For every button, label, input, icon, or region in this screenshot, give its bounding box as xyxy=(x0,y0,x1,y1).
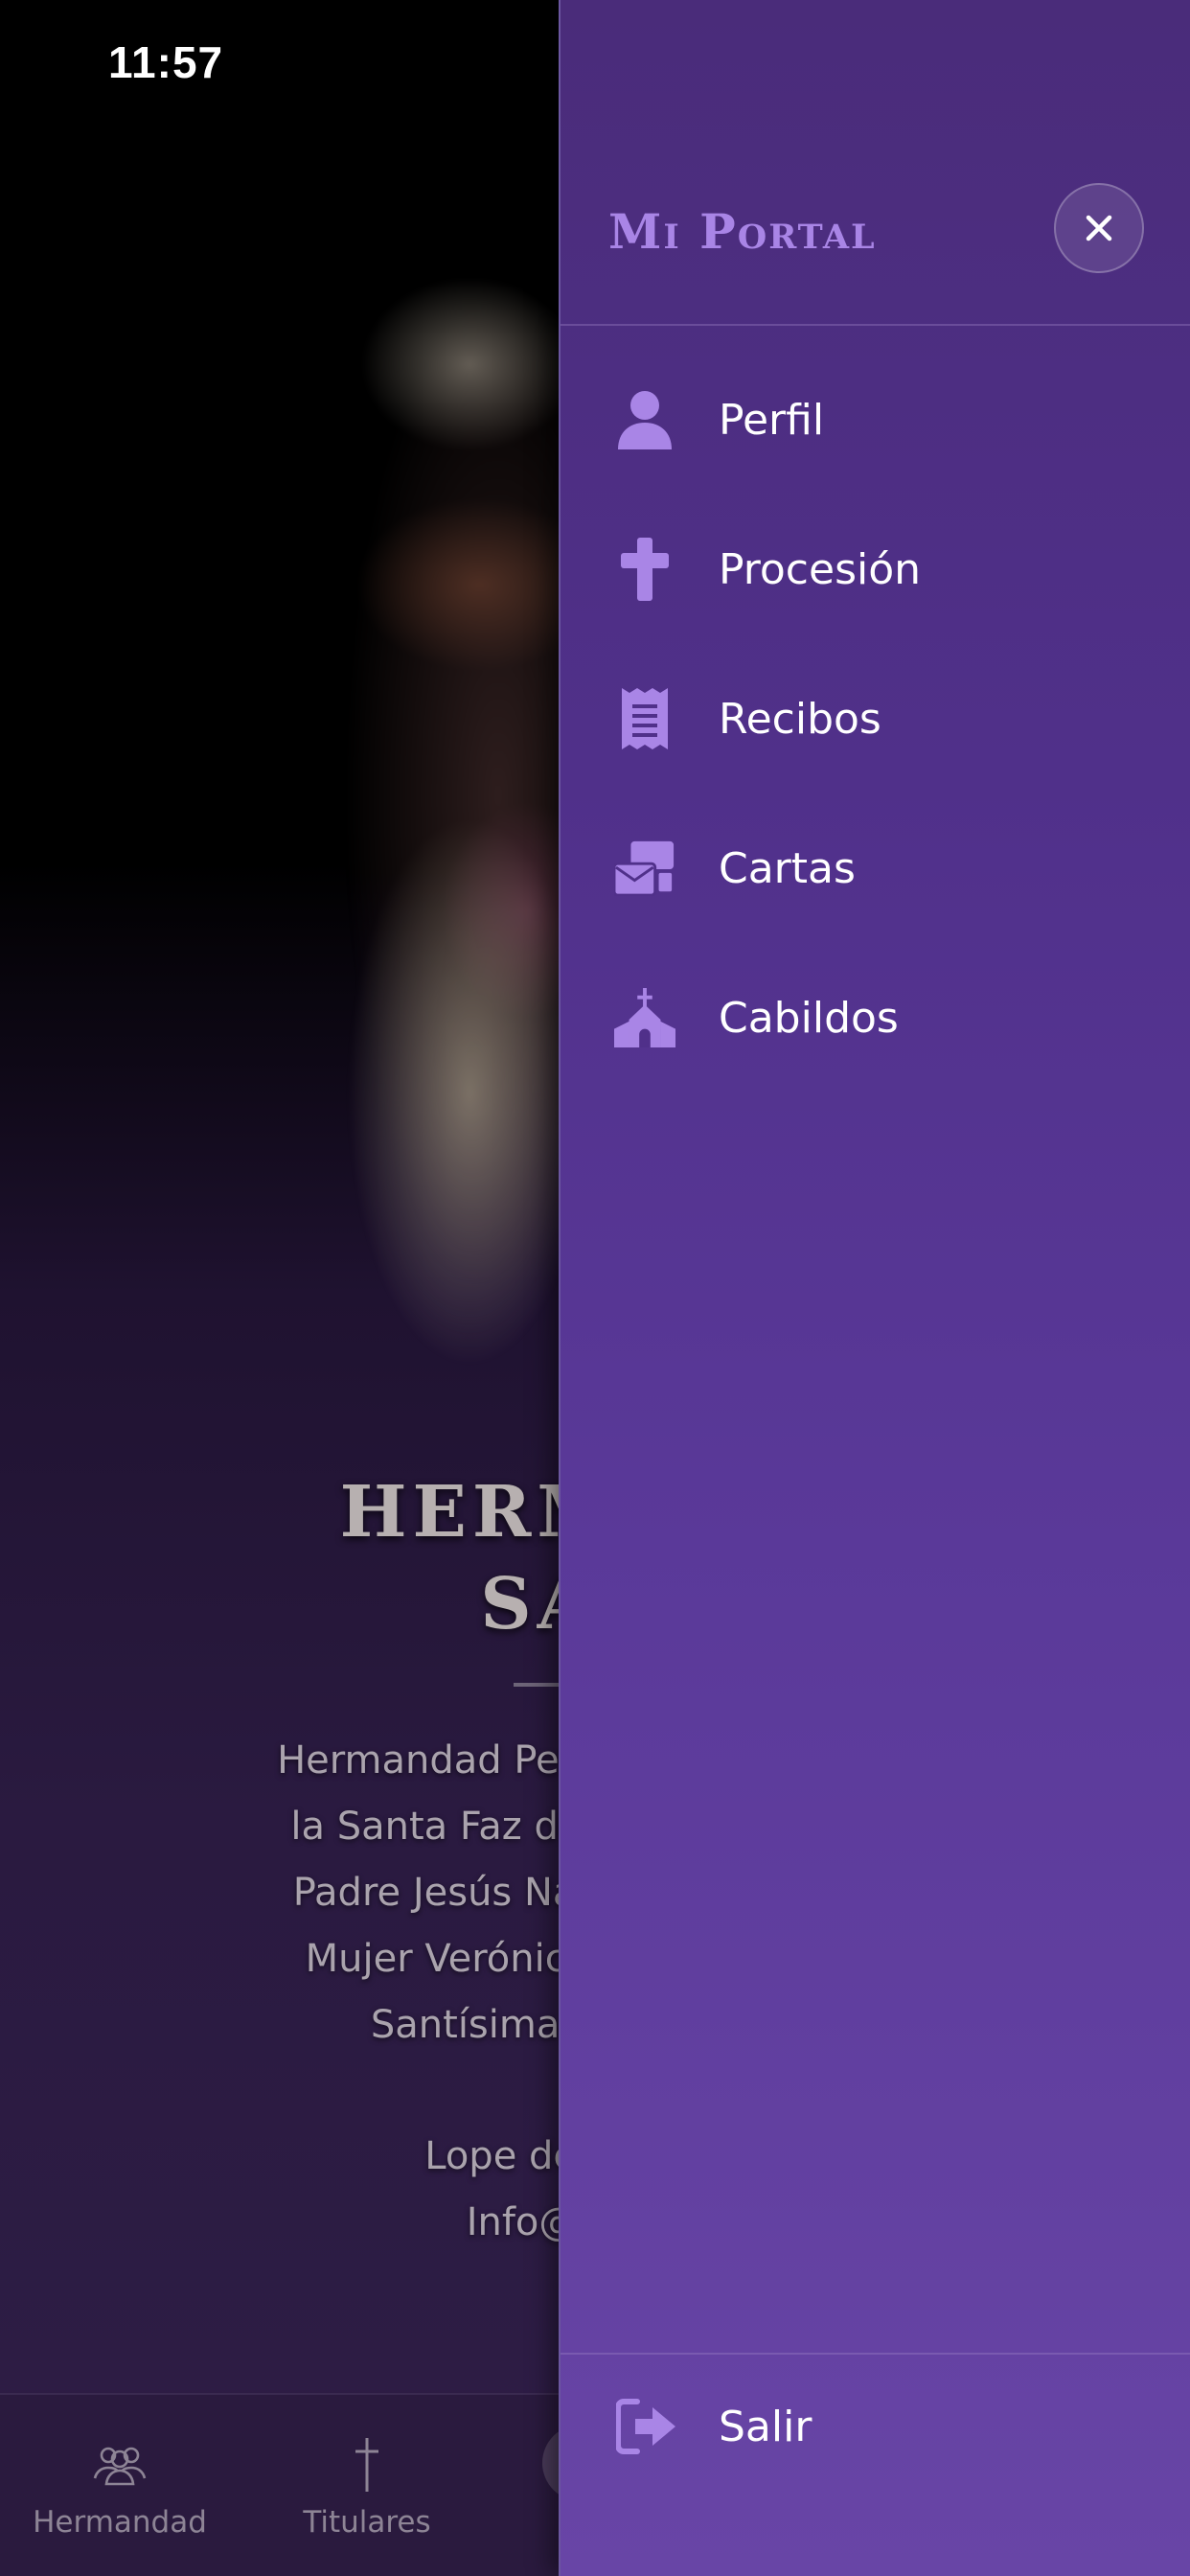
tab-titulares[interactable]: Titulares xyxy=(247,2434,487,2540)
menu-item-procesion[interactable]: Procesión xyxy=(561,494,1190,644)
close-icon xyxy=(1086,215,1112,242)
menu-item-cabildos[interactable]: Cabildos xyxy=(561,943,1190,1092)
church-icon xyxy=(614,987,675,1048)
close-button[interactable] xyxy=(1054,183,1144,273)
menu-item-recibos[interactable]: Recibos xyxy=(561,644,1190,794)
tab-hermandad[interactable]: Hermandad xyxy=(0,2434,240,2540)
menu-label: Perfil xyxy=(719,395,825,445)
menu-label: Procesión xyxy=(719,544,922,594)
drawer-footer: Salir xyxy=(561,2353,1190,2576)
user-icon xyxy=(614,389,675,450)
people-icon xyxy=(93,2447,147,2486)
drawer-title: Mi Portal xyxy=(608,203,877,260)
receipt-icon xyxy=(614,688,675,749)
mail-icon xyxy=(614,838,675,899)
logout-icon xyxy=(614,2393,681,2460)
menu-item-perfil[interactable]: Perfil xyxy=(561,345,1190,494)
religious-image xyxy=(249,125,565,1399)
side-drawer: Mi Portal Perfil Procesión Recibos Carta… xyxy=(559,0,1190,2576)
menu-label: Recibos xyxy=(719,694,881,744)
drawer-menu: Perfil Procesión Recibos Cartas Cabildos xyxy=(561,345,1190,1092)
drawer-header: Mi Portal xyxy=(561,0,1190,326)
cross-icon xyxy=(614,538,675,601)
menu-label: Cabildos xyxy=(719,993,899,1043)
status-time: 11:57 xyxy=(108,37,224,87)
tab-label: Titulares xyxy=(303,2505,431,2540)
tab-label: Hermandad xyxy=(33,2505,207,2540)
logout-label: Salir xyxy=(719,2402,812,2451)
cross-icon xyxy=(355,2438,378,2492)
menu-label: Cartas xyxy=(719,843,856,893)
menu-item-cartas[interactable]: Cartas xyxy=(561,794,1190,943)
logout-button[interactable]: Salir xyxy=(561,2355,1190,2498)
